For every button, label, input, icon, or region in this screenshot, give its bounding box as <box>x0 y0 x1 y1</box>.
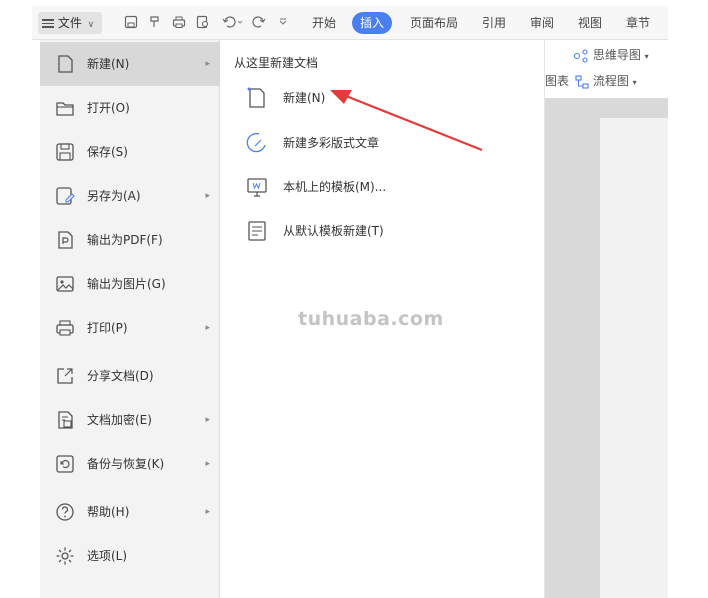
chevron-down-icon: ▾ <box>644 52 649 61</box>
chevron-right-icon: ▸ <box>205 191 210 201</box>
menu-item-print[interactable]: 打印(P) ▸ <box>40 306 220 350</box>
format-painter-icon[interactable] <box>148 15 162 29</box>
submenu-title: 从这里新建文档 <box>234 56 319 70</box>
mindmap-label: 思维导图 <box>592 48 641 62</box>
print-icon[interactable] <box>172 15 186 29</box>
menu-item-label: 另存为(A) <box>87 189 141 203</box>
menu-item-label: 新建(N) <box>87 57 130 71</box>
menu-item-label: 选项(L) <box>87 549 128 563</box>
chart-button[interactable]: 图表 <box>545 72 569 89</box>
menu-item-export-image[interactable]: 输出为图片(G) <box>40 262 220 306</box>
file-menu: 新建(N) ▸ 打开(O) 保存(S) 另存为(A) ▸ 输出为PDF(F) 输… <box>40 40 220 598</box>
file-menu-button[interactable]: 文件 ∨ <box>38 12 102 34</box>
redo-icon[interactable] <box>252 15 266 29</box>
save-icon <box>56 143 74 161</box>
menu-item-label: 分享文档(D) <box>87 369 154 383</box>
menu-item-help[interactable]: 帮助(H) ▸ <box>40 490 220 534</box>
submenu-item-label: 从默认模板新建(T) <box>283 224 384 238</box>
tab-view[interactable]: 视图 <box>578 12 602 34</box>
tab-chapter[interactable]: 章节 <box>626 12 650 34</box>
menu-item-share[interactable]: 分享文档(D) <box>40 354 220 398</box>
menu-icon <box>42 17 54 30</box>
new-blank-icon <box>247 87 265 108</box>
local-template-icon <box>247 178 267 197</box>
undo-icon[interactable] <box>222 15 244 29</box>
menu-item-label: 打开(O) <box>87 101 130 115</box>
flowchart-label: 流程图 <box>592 74 629 88</box>
chart-label: 图表 <box>545 74 570 88</box>
print-preview-icon[interactable] <box>196 15 210 29</box>
menu-item-label: 文档加密(E) <box>87 413 152 427</box>
submenu-item-label: 本机上的模板(M)... <box>283 180 387 194</box>
chevron-right-icon: ▸ <box>205 507 210 517</box>
options-icon <box>56 547 74 565</box>
submenu-item-new-blank[interactable]: 新建(N) <box>240 78 530 118</box>
menu-item-label: 备份与恢复(K) <box>87 457 165 471</box>
menu-item-label: 输出为PDF(F) <box>87 233 163 247</box>
tab-review[interactable]: 审阅 <box>530 12 554 34</box>
flowchart-icon <box>575 74 589 89</box>
tab-page-layout[interactable]: 页面布局 <box>410 12 458 34</box>
menu-item-label: 打印(P) <box>87 321 128 335</box>
share-icon <box>57 368 73 384</box>
watermark: tuhuaba.com <box>298 308 444 330</box>
folder-icon <box>56 102 74 116</box>
pdf-icon <box>58 231 73 249</box>
new-doc-icon <box>58 55 73 73</box>
flowchart-button[interactable]: 流程图 ▾ <box>575 72 637 89</box>
submenu-item-default-template[interactable]: 从默认模板新建(T) <box>240 211 530 251</box>
save-icon[interactable] <box>124 15 138 29</box>
menu-item-open[interactable]: 打开(O) <box>40 86 220 130</box>
submenu-item-local-template[interactable]: 本机上的模板(M)... <box>240 167 530 207</box>
chevron-right-icon: ▸ <box>205 59 210 69</box>
customize-icon[interactable] <box>278 15 288 29</box>
tab-references[interactable]: 引用 <box>482 12 506 34</box>
colorful-article-icon <box>246 132 266 153</box>
tab-home[interactable]: 开始 <box>312 12 336 34</box>
print-icon <box>56 320 74 336</box>
mindmap-icon <box>573 48 588 63</box>
chevron-right-icon: ▸ <box>205 459 210 469</box>
submenu-item-colorful-article[interactable]: 新建多彩版式文章 <box>240 123 530 163</box>
tab-insert[interactable]: 插入 <box>352 12 393 34</box>
menu-item-label: 保存(S) <box>87 145 128 159</box>
top-toolbar: 文件 ∨ 开始 插入 页面布局 引用 审阅 视图 章节 <box>32 6 668 40</box>
menu-item-label: 输出为图片(G) <box>87 277 166 291</box>
encrypt-icon <box>58 411 73 429</box>
document-page[interactable] <box>600 118 668 598</box>
window-edge <box>668 0 708 598</box>
mindmap-button[interactable]: 思维导图 ▾ <box>573 46 649 63</box>
menu-item-encrypt[interactable]: 文档加密(E) ▸ <box>40 398 220 442</box>
image-icon <box>56 276 74 292</box>
menu-item-save[interactable]: 保存(S) <box>40 130 220 174</box>
menu-item-backup[interactable]: 备份与恢复(K) ▸ <box>40 442 220 486</box>
backup-icon <box>56 455 74 473</box>
default-template-icon <box>248 221 266 241</box>
chevron-right-icon: ▸ <box>205 415 210 425</box>
submenu-item-label: 新建(N) <box>283 91 326 105</box>
menu-item-label: 帮助(H) <box>87 505 130 519</box>
file-menu-label: 文件 <box>57 16 82 30</box>
submenu-item-label: 新建多彩版式文章 <box>283 136 380 150</box>
menu-item-new[interactable]: 新建(N) ▸ <box>40 42 220 86</box>
help-icon <box>56 503 74 521</box>
menu-item-options[interactable]: 选项(L) <box>40 534 220 578</box>
app-window: 文件 ∨ 开始 插入 页面布局 引用 审阅 视图 章节 思维导图 ▾ 图表 流程… <box>0 0 708 598</box>
chevron-down-icon: ▾ <box>632 78 637 87</box>
chevron-down-icon: ∨ <box>87 20 95 30</box>
chevron-right-icon: ▸ <box>205 323 210 333</box>
save-as-icon <box>56 187 75 205</box>
menu-item-save-as[interactable]: 另存为(A) ▸ <box>40 174 220 218</box>
menu-item-export-pdf[interactable]: 输出为PDF(F) <box>40 218 220 262</box>
